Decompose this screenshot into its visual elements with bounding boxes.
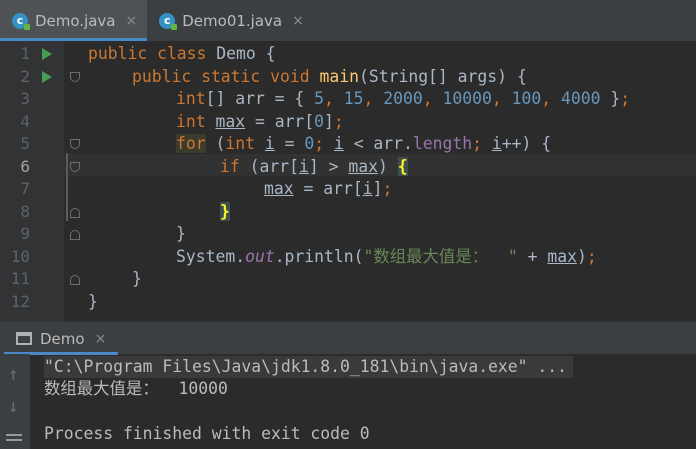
line-number: 4 (20, 111, 30, 131)
tab-demo-java[interactable]: c Demo.java × (0, 0, 148, 41)
run-tab-demo[interactable]: Demo × (4, 322, 119, 355)
code-line-5: for (int i = 0; i < arr.length; i++) { (176, 134, 552, 153)
code-line-3: int[] arr = { 5, 15, 2000, 10000, 100, 4… (176, 89, 631, 108)
code-line-9: } (176, 224, 186, 243)
code-line-12: } (88, 291, 98, 311)
java-class-icon: c (12, 12, 30, 30)
line-number: 11 (10, 269, 30, 288)
run-gutter-icon[interactable] (42, 70, 52, 83)
console-output-line: 数组最大值是： 10000 (44, 379, 228, 398)
line-number: 3 (20, 89, 30, 108)
gutter-line: 1 (0, 43, 64, 66)
arrow-up-icon[interactable]: ↑ (8, 366, 19, 384)
run-tab-label: Demo (40, 329, 85, 348)
run-panel-header: Demo × (0, 321, 696, 355)
line-number: 5 (20, 134, 30, 153)
java-class-icon: c (159, 12, 178, 30)
gutter-line: 9 (0, 223, 80, 246)
fold-marker-icon[interactable] (70, 139, 80, 149)
line-number: 9 (20, 224, 30, 243)
editor-tab-bar: c Demo.java × c Demo01.java × (0, 0, 696, 41)
code-line-11: } (132, 269, 142, 288)
console-command-line: "C:\Program Files\Java\jdk1.8.0_181\bin\… (44, 356, 574, 378)
fold-marker-icon[interactable] (70, 71, 80, 82)
close-icon[interactable]: × (95, 331, 107, 347)
code-editor[interactable]: 1 2 3 4 5 6 7 8 9 10 11 12 public class Demo { publ… (0, 41, 696, 321)
gutter-line: 5 (0, 133, 80, 156)
code-line-7: max = arr[i]; (264, 179, 393, 198)
console-icon (16, 332, 32, 345)
run-gutter-icon[interactable] (42, 48, 52, 60)
gutter-line: 6 (0, 156, 80, 179)
tab-label: Demo01.java (182, 11, 283, 30)
close-icon[interactable]: × (126, 13, 138, 29)
code-line-10: System.out.println("数组最大值是： " + max); (176, 246, 597, 266)
code-line-2: public static void main(String[] args) { (132, 66, 527, 86)
code-line-4: int max = arr[0]; (176, 111, 344, 131)
line-number: 8 (20, 201, 30, 221)
gutter-line: 2 (0, 66, 80, 89)
gutter-line: 8 (0, 201, 80, 224)
code-line-8: } (220, 201, 230, 221)
tab-demo01-java[interactable]: c Demo01.java × (147, 0, 314, 41)
run-tool-window: Demo × ↑ ↓ "C:\Program Files\Java\jdk1.8… (0, 321, 696, 449)
gutter-line: 11 (0, 268, 80, 291)
line-number: 2 (20, 66, 30, 86)
run-side-toolbar: ↑ ↓ (0, 354, 30, 449)
line-number: 10 (10, 246, 30, 266)
soft-wrap-icon[interactable] (6, 434, 22, 444)
fold-marker-icon[interactable] (70, 207, 80, 218)
fold-marker-icon[interactable] (70, 275, 80, 285)
line-number: 6 (20, 156, 30, 176)
gutter-line: 12 (0, 291, 64, 314)
gutter-line: 4 (0, 111, 64, 134)
vcs-change-marker (66, 153, 68, 221)
gutter-line: 7 (0, 178, 64, 201)
tab-label: Demo.java (35, 11, 116, 30)
line-number: 7 (20, 179, 30, 198)
line-number: 12 (10, 291, 30, 311)
line-number: 1 (20, 44, 30, 63)
fold-marker-icon[interactable] (70, 161, 80, 172)
close-icon[interactable]: × (292, 13, 304, 29)
arrow-down-icon[interactable]: ↓ (8, 398, 19, 416)
gutter-line: 10 (0, 246, 64, 269)
console-exit-line: Process finished with exit code 0 (44, 424, 370, 443)
fold-marker-icon[interactable] (70, 230, 80, 240)
gutter-line: 3 (0, 88, 64, 111)
code-line-6: if (arr[i] > max) { (220, 156, 408, 176)
code-line-1: public class Demo { (88, 44, 276, 63)
